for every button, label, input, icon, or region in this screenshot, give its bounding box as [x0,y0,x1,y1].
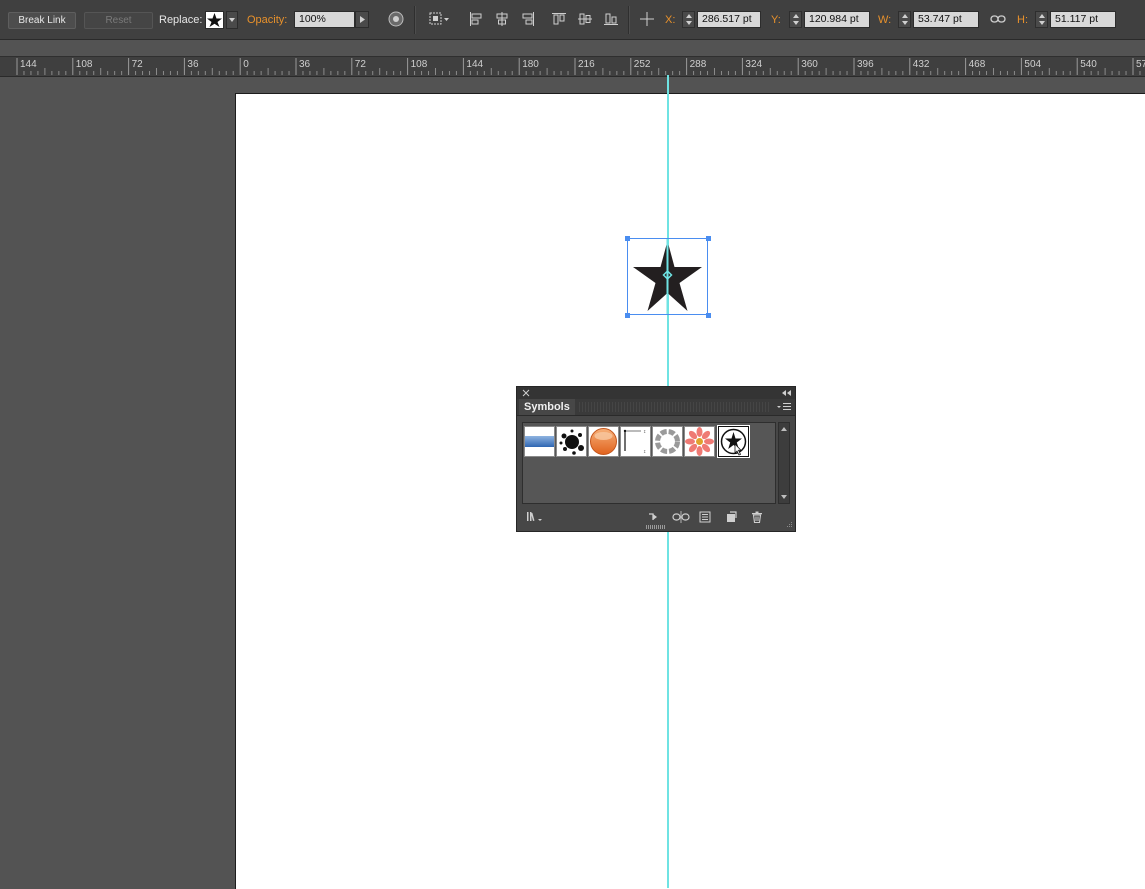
reset-button[interactable]: Reset [84,12,153,29]
resize-handle[interactable] [706,236,711,241]
opacity-arrow-button[interactable] [355,11,369,28]
ruler-tick-label: 216 [578,59,595,70]
align-vertical-center-icon[interactable] [576,10,594,28]
h-label: H: [1017,14,1028,26]
constrain-proportions-link-icon[interactable] [989,10,1007,28]
resize-handle[interactable] [706,313,711,318]
symbol-ink-splat[interactable] [556,426,587,457]
chevron-down-icon [226,11,238,29]
symbol-dimension-lines[interactable]: ↕ ↕ [620,426,651,457]
h-field[interactable]: 51.117 pt [1050,11,1116,28]
panel-grip [579,402,771,412]
opacity-field[interactable]: 100% [294,11,355,28]
resize-grip[interactable] [646,525,666,529]
separator [628,6,630,34]
grey-ring-icon [655,429,680,454]
ruler-tick-label: 108 [410,59,428,70]
reference-point-icon[interactable] [638,10,656,28]
svg-text:↕: ↕ [643,429,646,434]
align-right-icon[interactable] [519,10,537,28]
selection-bounding-box [627,238,708,315]
symbols-panel: Symbols ↕ ↕ [516,386,796,532]
ruler-tick-label: 144 [20,59,37,70]
trash-icon[interactable] [750,510,764,524]
tab-symbols[interactable]: Symbols [519,399,575,415]
opacity-label: Opacity: [247,14,288,26]
ruler-tick-label: 252 [633,59,651,70]
align-bottom-icon[interactable] [602,10,620,28]
ruler-tick-label: 396 [857,59,874,70]
scroll-up-icon[interactable] [779,425,789,433]
align-to-selection-icon[interactable] [428,10,452,28]
ruler-tick-label: 0 [243,59,249,70]
h-stepper[interactable] [1035,11,1048,28]
break-link-button[interactable]: Break Link [8,12,76,29]
horizontal-ruler[interactable]: 144 108 72 36 0 36 72 108 144 180 216 252 288 324 360 3… [0,56,1145,77]
symbols-swatch-area[interactable]: ↕ ↕ [522,422,776,504]
panel-menu-icon[interactable] [776,401,792,413]
symbol-grey-ring[interactable] [652,426,683,457]
collapse-panel-icon[interactable] [781,388,793,398]
symbol-blue-banner[interactable] [524,426,555,457]
ruler-tick-label: 432 [912,59,930,70]
w-label: W: [878,14,892,26]
break-link-to-symbol-icon[interactable] [672,510,690,524]
ruler-tick-label: 180 [522,59,539,70]
align-left-icon[interactable] [467,10,485,28]
scroll-down-icon[interactable] [779,493,789,501]
symbol-options-icon[interactable] [698,510,712,524]
ruler-tick-label: 324 [745,59,763,70]
ruler-tick-label: 288 [689,59,707,70]
ruler-tick-label: 504 [1024,59,1042,70]
ruler-tick-label: 36 [299,59,311,70]
align-top-icon[interactable] [550,10,568,28]
triangle-right-icon [360,16,365,23]
symbol-star-in-circle[interactable] [717,425,750,458]
x-field[interactable]: 286.517 pt [697,11,761,28]
panel-title-strip[interactable] [517,387,795,399]
star-in-circle-icon [720,428,747,456]
close-icon[interactable] [521,388,531,398]
panel-tab-bar: Symbols [517,399,795,416]
ruler-tick-label: 540 [1080,59,1097,70]
separator [414,6,416,34]
place-symbol-instance-icon[interactable] [646,510,660,524]
pink-flower-icon [685,427,714,456]
resize-handle[interactable] [625,236,630,241]
y-field[interactable]: 120.984 pt [804,11,870,28]
ruler-tick-label: 72 [131,59,143,70]
control-bar: Break Link Reset Replace: Opacity: 100% [0,0,1145,40]
resize-handle[interactable] [625,313,630,318]
y-stepper[interactable] [789,11,802,28]
ruler-tick-label: 144 [466,59,484,70]
new-symbol-icon[interactable] [724,510,738,524]
x-stepper[interactable] [682,11,695,28]
ruler-tick-label: 576 [1136,59,1145,70]
panel-footer [517,506,795,530]
resize-corner-icon[interactable] [785,520,793,528]
dimension-lines-icon: ↕↕ [623,429,646,454]
blue-banner-icon [525,436,554,447]
ink-splat-icon [559,429,584,455]
align-horizontal-center-icon[interactable] [493,10,511,28]
symbol-libraries-menu-icon[interactable] [526,510,544,524]
recolor-artwork-icon[interactable] [387,10,405,28]
replace-label: Replace: [159,14,203,26]
ruler-tick-label: 72 [354,59,366,70]
star-icon [205,11,224,29]
svg-text:↕: ↕ [643,449,646,454]
symbols-scrollbar[interactable] [778,422,790,504]
ruler-tick-label: 468 [968,59,986,70]
orange-button-icon [590,428,617,455]
w-field[interactable]: 53.747 pt [913,11,979,28]
ruler-tick-label: 36 [187,59,199,70]
w-stepper[interactable] [898,11,911,28]
ruler-tick-label: 108 [75,59,93,70]
symbol-pink-flower[interactable] [684,426,715,457]
symbol-orange-button[interactable] [588,426,619,457]
y-label: Y: [771,14,781,26]
replace-symbol-dropdown[interactable] [205,11,239,29]
x-label: X: [665,14,676,26]
ruler-tick-label: 360 [801,59,818,70]
